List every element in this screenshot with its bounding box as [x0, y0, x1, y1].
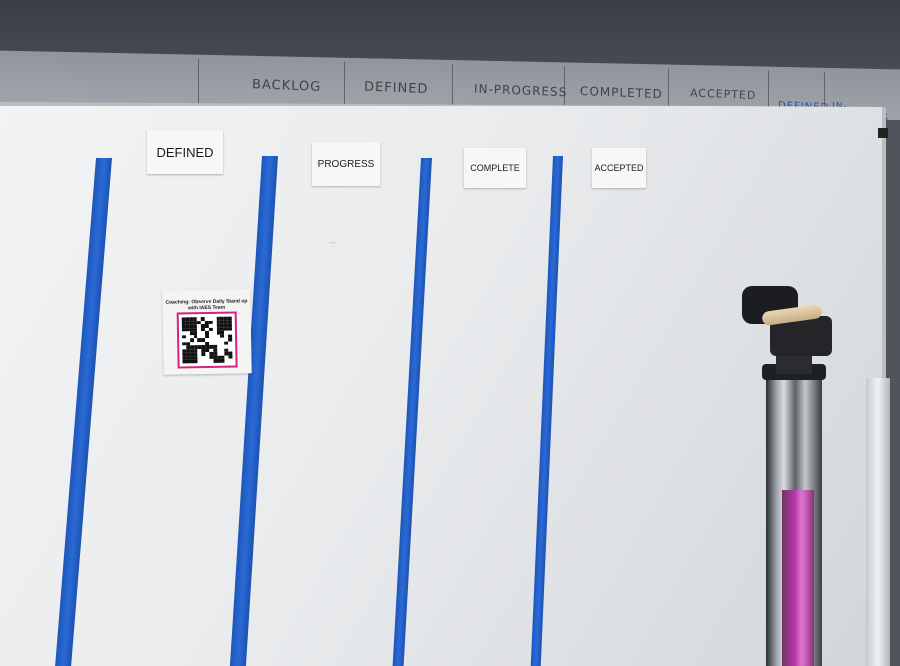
column-label-defined-text: DEFINED [156, 144, 214, 160]
easel-post [866, 378, 890, 666]
photo-scene: BACKLOG DEFINED IN-PROGRESS COMPLETED AC… [0, 0, 900, 666]
back-heading-accepted: ACCEPTED [689, 86, 757, 102]
back-heading-in-progress: IN-PROGRESS [473, 81, 568, 100]
qr-card: Coaching: Observe Daily Stand up with IA… [162, 289, 252, 375]
back-heading-backlog: BACKLOG [251, 77, 322, 95]
qr-code [181, 316, 233, 364]
pole-reflection [782, 490, 814, 666]
qr-code-frame [176, 311, 238, 369]
qr-module [228, 359, 233, 363]
qr-card-title: Coaching: Observe Daily Stand up with IA… [165, 298, 248, 312]
main-whiteboard [0, 102, 886, 666]
back-heading-defined: DEFINED [363, 79, 429, 98]
column-label-progress-text: PROGRESS [317, 158, 375, 170]
column-label-accepted: ACCEPTED [592, 148, 646, 188]
column-label-progress: PROGRESS [312, 142, 380, 186]
faint-scribble: ~ [328, 236, 338, 249]
column-label-complete: COMPLETE [464, 148, 526, 188]
column-label-accepted-text: ACCEPTED [594, 163, 644, 173]
column-label-defined: DEFINED [147, 130, 223, 174]
back-heading-completed: COMPLETED [579, 84, 663, 102]
board-corner-cap [878, 128, 888, 138]
column-label-complete-text: COMPLETE [470, 163, 520, 173]
